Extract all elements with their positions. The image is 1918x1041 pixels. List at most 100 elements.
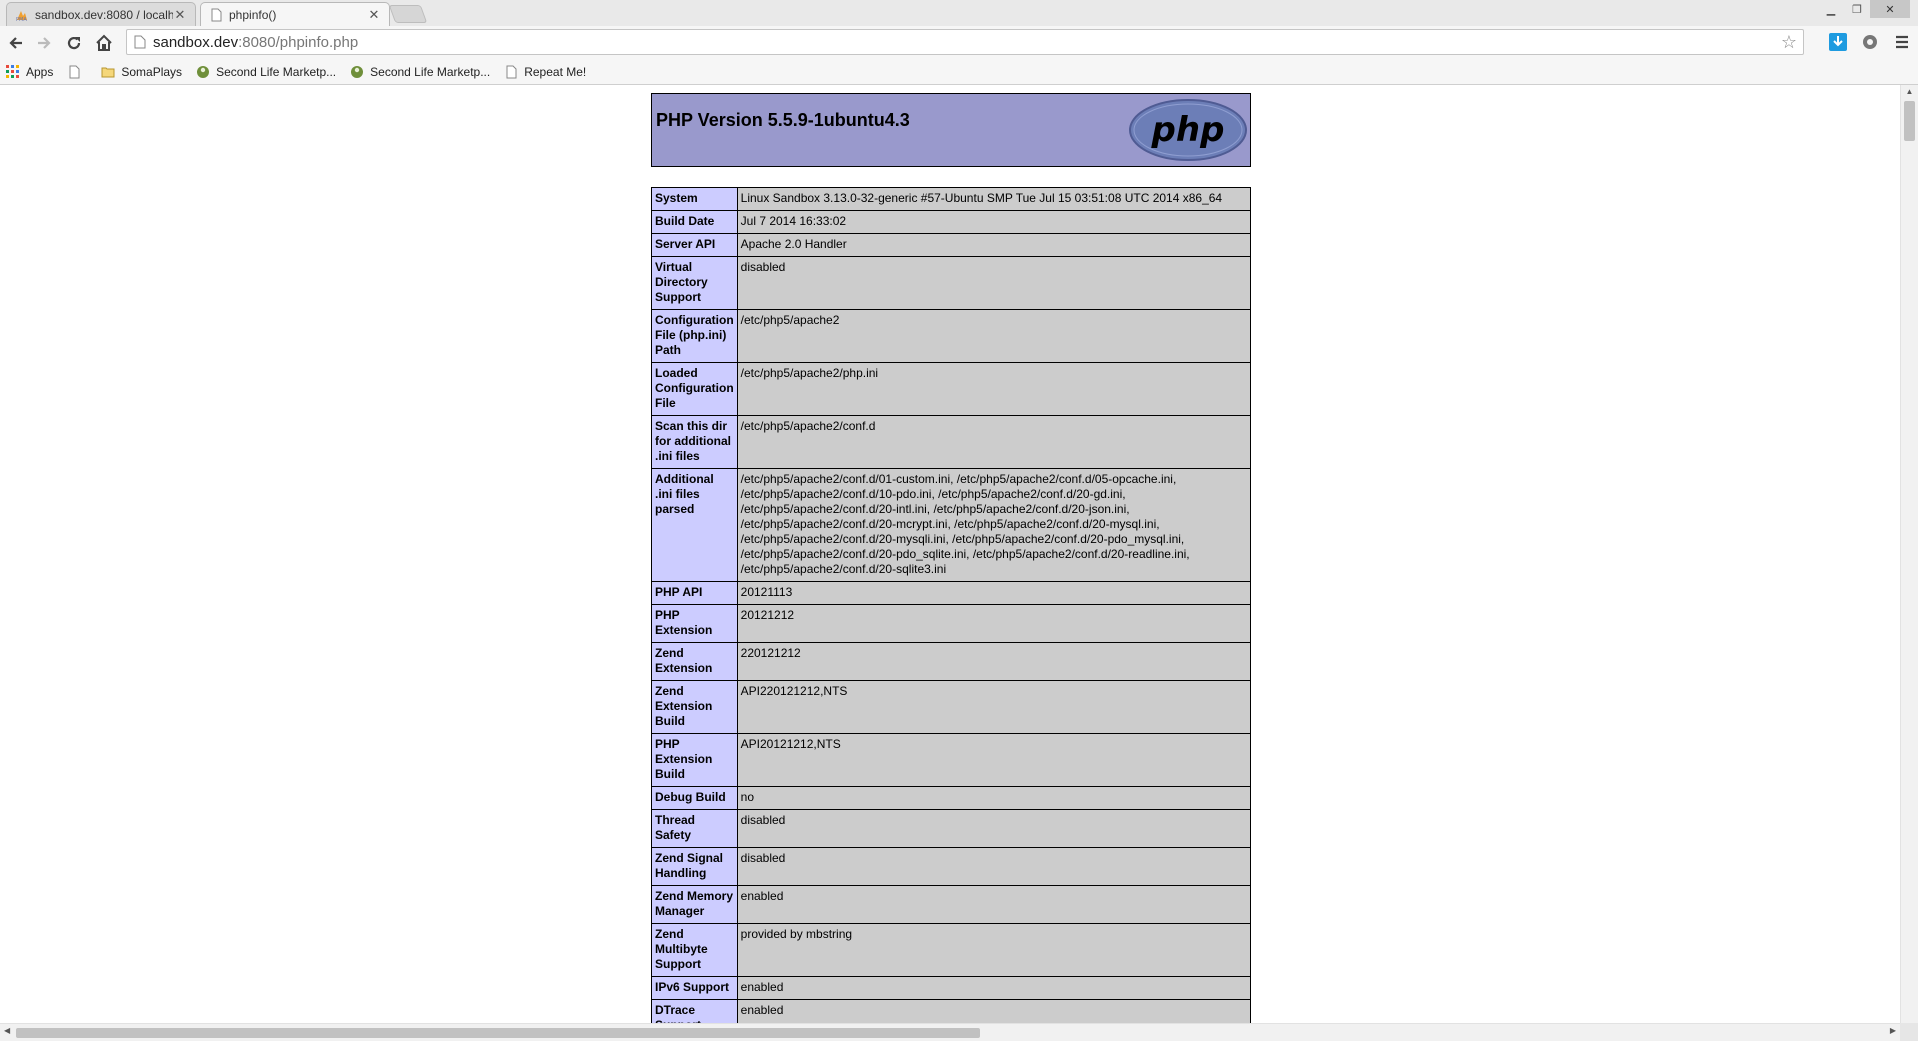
back-icon[interactable] — [4, 31, 28, 55]
row-value: API20121212,NTS — [736, 733, 1252, 787]
row-label: Zend Extension — [651, 642, 738, 681]
second-life-icon — [197, 66, 210, 78]
row-value: 20121212 — [736, 604, 1252, 643]
row-label: Zend Signal Handling — [651, 847, 738, 886]
bookmark-somaplays[interactable]: SomaPlays — [101, 65, 182, 79]
download-extension-icon[interactable] — [1828, 32, 1848, 52]
row-value: enabled — [736, 976, 1252, 1000]
tab-strip: PMA sandbox.dev:8080 / localh ✕ phpinfo(… — [0, 0, 1918, 26]
new-tab-button[interactable] — [388, 5, 428, 23]
table-row: Zend Extension 220121212 — [651, 642, 1252, 681]
minimize-icon[interactable]: ▁ — [1818, 0, 1844, 18]
php-logo[interactable]: php — [1128, 98, 1248, 162]
vertical-scroll-thumb[interactable] — [1904, 101, 1915, 141]
bookmark-second-life-1[interactable]: Second Life Marketp... — [196, 65, 336, 79]
vertical-scrollbar[interactable]: ▲ — [1900, 85, 1918, 1023]
bookmark-repeat-me[interactable]: Repeat Me! — [504, 65, 586, 79]
tab-title: phpinfo() — [229, 7, 277, 22]
table-row: Virtual Directory Support disabled — [651, 256, 1252, 310]
php-info-table: System Linux Sandbox 3.13.0-32-generic #5… — [651, 187, 1252, 1023]
page-icon — [506, 65, 517, 79]
menu-icon[interactable] — [1892, 32, 1912, 52]
phpmyadmin-icon: PMA — [16, 10, 27, 22]
table-row: PHP Extension Build API20121212,NTS — [651, 733, 1252, 787]
table-row: Zend Multibyte Support provided by mbstri… — [651, 923, 1252, 977]
restore-icon[interactable]: ❐ — [1844, 0, 1870, 18]
row-value: disabled — [736, 809, 1252, 848]
svg-text:PMA: PMA — [16, 17, 27, 22]
row-value: enabled — [736, 885, 1252, 924]
row-label: Zend Multibyte Support — [651, 923, 738, 977]
table-row: Additional .ini files parsed/etc/php5/ap… — [651, 468, 1252, 582]
bookmark-label: Second Life Marketp... — [216, 65, 337, 79]
tab-phpinfo[interactable]: phpinfo() ✕ — [200, 2, 390, 26]
forward-icon[interactable] — [32, 31, 56, 55]
horizontal-scroll-thumb[interactable] — [16, 1028, 980, 1038]
scroll-up-icon[interactable]: ▲ — [1901, 85, 1918, 99]
page-icon — [69, 65, 80, 79]
row-value: Jul 7 2014 16:33:02 — [736, 210, 1252, 234]
row-label: System — [651, 187, 738, 211]
table-row: Zend Extension Build API220121212,NTS — [651, 680, 1252, 734]
table-row: System Linux Sandbox 3.13.0-32-generic #5… — [651, 187, 1252, 211]
row-label: Thread Safety — [651, 809, 738, 848]
row-label: Server API — [651, 233, 738, 257]
row-value: /etc/php5/apache2/conf.d — [736, 415, 1252, 469]
row-label: Zend Extension Build — [651, 680, 738, 734]
bookmark-star-icon[interactable]: ☆ — [1781, 32, 1797, 53]
close-window-icon[interactable]: ✕ — [1870, 0, 1910, 18]
reload-icon[interactable] — [62, 31, 86, 55]
row-value: disabled — [736, 256, 1252, 310]
table-row: Zend Memory Manager enabled — [651, 885, 1252, 924]
bookmark-label: Repeat Me! — [524, 65, 587, 79]
table-row: Build Date Jul 7 2014 16:33:02 — [651, 210, 1252, 234]
page-icon — [134, 35, 146, 49]
row-value: 20121113 — [736, 581, 1252, 605]
apps-grid-icon — [6, 65, 19, 78]
close-tab-icon[interactable]: ✕ — [173, 7, 187, 23]
table-row: PHP API 20121113 — [651, 581, 1252, 605]
address-bar[interactable]: sandbox.dev:8080/phpinfo.php ☆ — [126, 29, 1804, 55]
php-version-header: PHP Version 5.5.9-1ubuntu4.3 php — [651, 93, 1251, 167]
row-value: /etc/php5/apache2 — [736, 309, 1252, 363]
table-row: Scan this dir for additional .ini files /… — [651, 415, 1252, 469]
row-value: enabled — [736, 999, 1252, 1023]
bookmark-apps[interactable]: Apps — [6, 65, 53, 79]
row-label: Loaded Configuration File — [651, 362, 738, 416]
bookmark-second-life-2[interactable]: Second Life Marketp... — [350, 65, 490, 79]
bookmarks-bar: Apps SomaPlays Second Life Marketp... Se… — [0, 60, 1918, 85]
row-value: /etc/php5/apache2/php.ini — [736, 362, 1252, 416]
row-label: PHP Extension — [651, 604, 738, 643]
bookmark-blank-page[interactable] — [67, 65, 87, 79]
row-label: Configuration File (php.ini) Path — [651, 309, 738, 363]
table-row: Thread Safety disabled — [651, 809, 1252, 848]
url-host: sandbox.dev — [153, 33, 239, 51]
extension-icon[interactable] — [1860, 32, 1880, 52]
phpinfo-content: PHP Version 5.5.9-1ubuntu4.3 php System L… — [651, 93, 1252, 1023]
row-label: PHP API — [651, 581, 738, 605]
second-life-icon — [351, 66, 364, 78]
row-value: disabled — [736, 847, 1252, 886]
table-row: IPv6 Support enabled — [651, 976, 1252, 1000]
row-value: Linux Sandbox 3.13.0-32-generic #57-Ubun… — [736, 187, 1252, 211]
scroll-left-icon[interactable]: ◀ — [4, 1026, 10, 1035]
tab-phpmyadmin[interactable]: PMA sandbox.dev:8080 / localh ✕ — [6, 2, 196, 26]
horizontal-scrollbar[interactable]: ◀ ▶ — [0, 1023, 1900, 1041]
table-row: DTrace Supportenabled — [651, 999, 1252, 1023]
row-value: API220121212,NTS — [736, 680, 1252, 734]
php-logo-text: php — [1151, 110, 1225, 150]
page-viewport: PHP Version 5.5.9-1ubuntu4.3 php System L… — [0, 85, 1900, 1023]
home-icon[interactable] — [92, 31, 116, 55]
row-label: Virtual Directory Support — [651, 256, 738, 310]
scroll-right-icon[interactable]: ▶ — [1890, 1026, 1896, 1035]
url-path: :8080/phpinfo.php — [238, 33, 359, 51]
page-title: PHP Version 5.5.9-1ubuntu4.3 — [656, 110, 910, 130]
window-controls: ▁ ❐ ✕ — [1818, 0, 1910, 18]
row-value: Apache 2.0 Handler — [736, 233, 1252, 257]
row-label: DTrace Support — [651, 999, 738, 1023]
row-label: Build Date — [651, 210, 738, 234]
table-row: Loaded Configuration File/etc/php5/apach… — [651, 362, 1252, 416]
row-label: Scan this dir for additional .ini files — [651, 415, 738, 469]
row-label: Zend Memory Manager — [651, 885, 738, 924]
close-tab-icon[interactable]: ✕ — [367, 7, 381, 23]
